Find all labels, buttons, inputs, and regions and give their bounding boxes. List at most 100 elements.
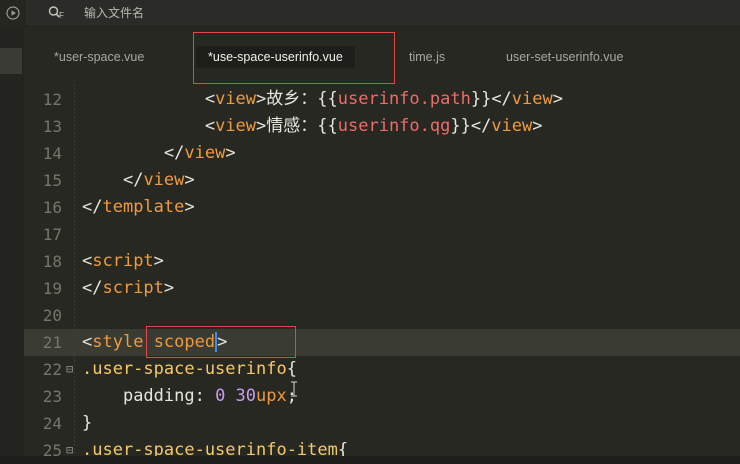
code-line[interactable]: 14 </view> (24, 140, 740, 167)
code-token: } (82, 413, 93, 433)
code-token: view (491, 116, 533, 136)
search-shortcut-label: F (59, 11, 64, 20)
line-number: 23 (42, 387, 62, 406)
code-token: view (215, 116, 257, 136)
code-text: </view> (82, 167, 195, 194)
code-token: > (153, 251, 164, 271)
code-token: style (92, 332, 144, 352)
status-strip (0, 456, 740, 464)
code-token: </ (82, 278, 103, 298)
code-token: view (511, 89, 553, 109)
line-number: 20 (42, 306, 62, 325)
line-number: 22 (42, 360, 62, 379)
code-token: { (286, 359, 297, 379)
code-token: view (184, 143, 226, 163)
code-token: < (82, 332, 93, 352)
code-text: padding: 0 30upx; (82, 383, 297, 410)
code-token: template (102, 197, 185, 217)
code-text: <view>故乡：{{userinfo.path}}</view> (82, 86, 563, 113)
code-line[interactable]: 17 (24, 221, 740, 248)
fold-toggle-icon[interactable]: ⊟ (66, 356, 73, 383)
code-editor[interactable]: 12 <view>故乡：{{userinfo.path}}</view> 13 <… (24, 84, 740, 464)
code-line[interactable]: 21 <style scoped > (24, 329, 740, 356)
line-number: 14 (42, 144, 62, 163)
code-line[interactable]: 19 </script> (24, 275, 740, 302)
tab-time-js[interactable]: time.js (409, 46, 445, 68)
code-line[interactable]: 22 ⊟ .user-space-userinfo{ (24, 356, 740, 383)
line-number: 15 (42, 171, 62, 190)
code-line[interactable]: 20 (24, 302, 740, 329)
code-token: {{ (317, 116, 338, 136)
code-token: > (256, 116, 267, 136)
code-token: padding: (122, 386, 216, 406)
code-text: </script> (82, 275, 174, 302)
file-search-input[interactable] (84, 4, 384, 22)
code-line[interactable]: 23 padding: 0 30upx; (24, 383, 740, 410)
code-token: view (143, 170, 185, 190)
code-token: 0 30 (215, 386, 257, 406)
line-number: 13 (42, 117, 62, 136)
code-token: > (256, 89, 267, 109)
line-number: 24 (42, 414, 62, 433)
top-left-strip (0, 0, 26, 26)
code-token: > (225, 143, 236, 163)
code-token: script (92, 251, 154, 271)
tab-user-set-userinfo-vue[interactable]: user-set-userinfo.vue (506, 46, 623, 68)
code-token: 情感： (266, 116, 318, 136)
code-token: </ (82, 197, 103, 217)
code-text: .user-space-userinfo{ (82, 356, 297, 383)
code-token: {{ (317, 89, 338, 109)
code-line[interactable]: 24} (24, 410, 740, 437)
line-number: 16 (42, 198, 62, 217)
code-line[interactable]: 18 <script> (24, 248, 740, 275)
code-highlight-box (146, 326, 296, 358)
code-token: upx (256, 386, 287, 406)
code-token: </ (470, 116, 492, 136)
code-token: </ (163, 143, 185, 163)
code-text: </template> (82, 194, 195, 221)
code-token: < (82, 251, 93, 271)
code-token: userinfo.qg (337, 116, 451, 136)
sidebar-selected-item[interactable] (0, 48, 22, 74)
text-cursor-icon (291, 381, 297, 397)
top-search-bar: F (0, 0, 740, 27)
code-token: view (215, 89, 257, 109)
code-token: script (102, 278, 164, 298)
code-text: <view>情感：{{userinfo.qg}}</view> (82, 113, 543, 140)
code-editor-window: F *user-space.vue *use-space-userinfo.vu… (0, 0, 740, 464)
code-token: > (184, 170, 195, 190)
code-token: < (204, 89, 216, 109)
line-number: 18 (42, 252, 62, 271)
code-token: < (204, 116, 216, 136)
code-token: }} (470, 89, 492, 109)
code-line[interactable]: 12 <view>故乡：{{userinfo.path}}</view> (24, 86, 740, 113)
line-number: 17 (42, 225, 62, 244)
code-line[interactable]: 15 </view> (24, 167, 740, 194)
code-token: userinfo.path (337, 89, 471, 109)
tab-highlight-box (193, 32, 395, 84)
code-token: > (184, 197, 195, 217)
code-text: </view> (82, 140, 236, 167)
code-token: > (552, 89, 563, 109)
left-sidebar (0, 26, 24, 464)
line-number: 12 (42, 90, 62, 109)
code-line[interactable]: 13 <view>情感：{{userinfo.qg}}</view> (24, 113, 740, 140)
search-icon[interactable]: F (48, 5, 66, 21)
line-number: 19 (42, 279, 62, 298)
code-token: .user-space-userinfo (82, 359, 287, 379)
code-token: 故乡： (266, 89, 318, 109)
code-token: > (532, 116, 543, 136)
code-text: <script> (82, 248, 164, 275)
code-token: </ (491, 89, 512, 109)
code-token: </ (122, 170, 144, 190)
code-token: }} (450, 116, 471, 136)
run-icon[interactable] (6, 6, 20, 20)
code-token: > (163, 278, 175, 298)
code-line[interactable]: 16 </template> (24, 194, 740, 221)
tab-user-space-vue[interactable]: *user-space.vue (54, 46, 144, 68)
